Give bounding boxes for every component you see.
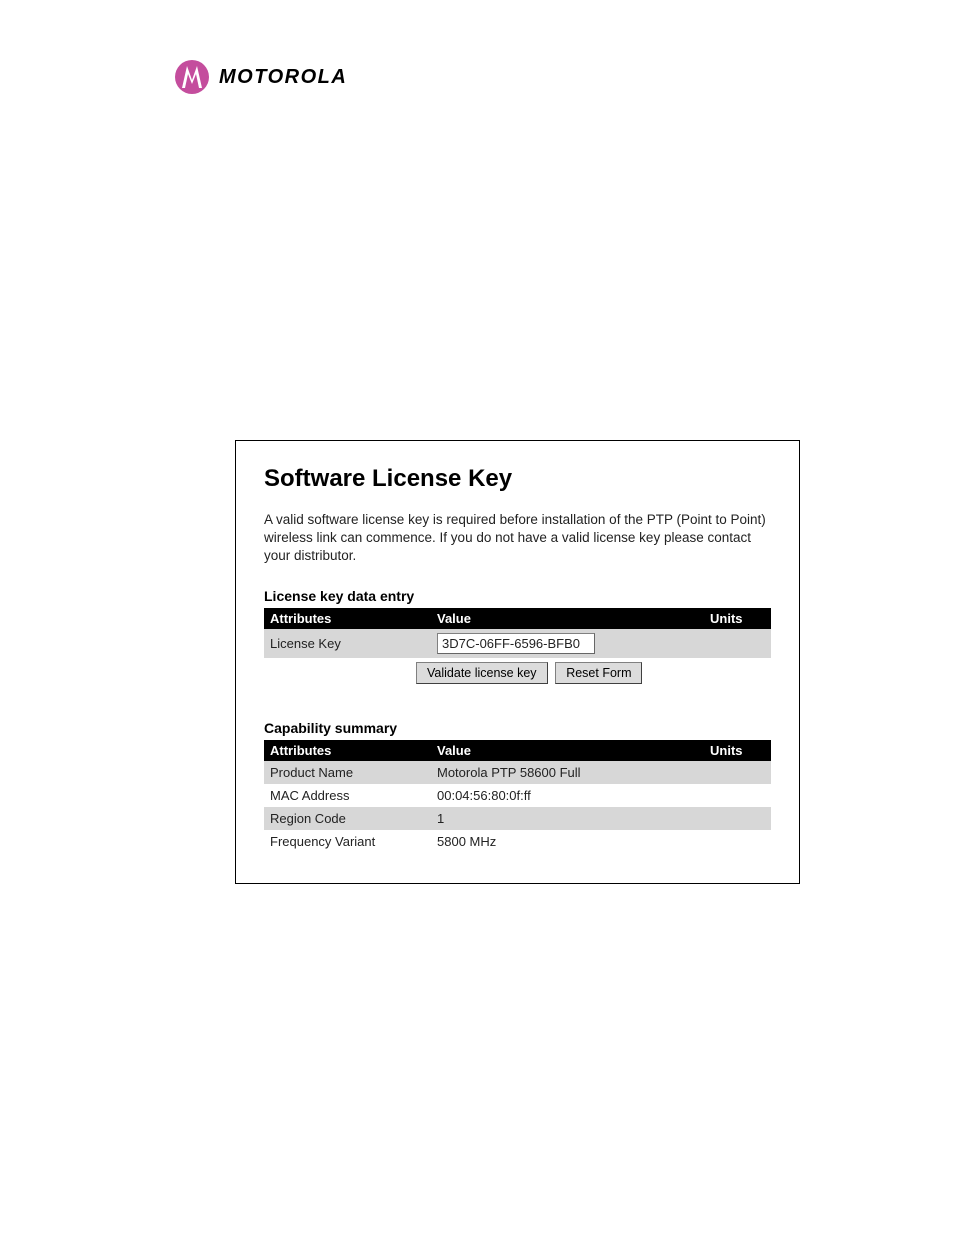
entry-heading: License key data entry: [264, 588, 771, 604]
value-cell: 5800 MHz: [431, 830, 704, 853]
license-key-cell: [431, 629, 704, 658]
panel-intro: A valid software license key is required…: [264, 511, 771, 566]
attr-cell: Region Code: [264, 807, 431, 830]
reset-button[interactable]: Reset Form: [555, 662, 642, 684]
button-row: Validate license key Reset Form: [264, 658, 771, 688]
attr-cell: MAC Address: [264, 784, 431, 807]
header-value: Value: [431, 740, 704, 761]
page: MOTOROLA Software License Key A valid so…: [0, 0, 954, 1235]
summary-heading: Capability summary: [264, 720, 771, 736]
table-header-row: Attributes Value Units: [264, 740, 771, 761]
table-row: Product Name Motorola PTP 58600 Full: [264, 761, 771, 784]
button-cell: Validate license key Reset Form: [264, 658, 771, 688]
spacer: [264, 688, 771, 720]
motorola-icon: [175, 60, 209, 94]
header-units: Units: [704, 740, 771, 761]
attr-cell: Frequency Variant: [264, 830, 431, 853]
brand-logo: MOTOROLA: [175, 60, 347, 94]
table-row: Region Code 1: [264, 807, 771, 830]
license-key-units: [704, 629, 771, 658]
value-cell: 1: [431, 807, 704, 830]
license-key-input[interactable]: [437, 633, 595, 654]
value-cell: 00:04:56:80:0f:ff: [431, 784, 704, 807]
table-row: MAC Address 00:04:56:80:0f:ff: [264, 784, 771, 807]
brand-name: MOTOROLA: [219, 66, 347, 89]
units-cell: [704, 830, 771, 853]
license-key-label: License Key: [264, 629, 431, 658]
entry-table: Attributes Value Units License Key Valid…: [264, 608, 771, 688]
header-attributes: Attributes: [264, 608, 431, 629]
units-cell: [704, 784, 771, 807]
units-cell: [704, 807, 771, 830]
table-header-row: Attributes Value Units: [264, 608, 771, 629]
license-panel: Software License Key A valid software li…: [235, 440, 800, 884]
summary-table: Attributes Value Units Product Name Moto…: [264, 740, 771, 853]
attr-cell: Product Name: [264, 761, 431, 784]
validate-button[interactable]: Validate license key: [416, 662, 548, 684]
header-value: Value: [431, 608, 704, 629]
units-cell: [704, 761, 771, 784]
table-row: Frequency Variant 5800 MHz: [264, 830, 771, 853]
panel-title: Software License Key: [264, 465, 771, 493]
value-cell: Motorola PTP 58600 Full: [431, 761, 704, 784]
table-row: License Key: [264, 629, 771, 658]
header-attributes: Attributes: [264, 740, 431, 761]
header-units: Units: [704, 608, 771, 629]
